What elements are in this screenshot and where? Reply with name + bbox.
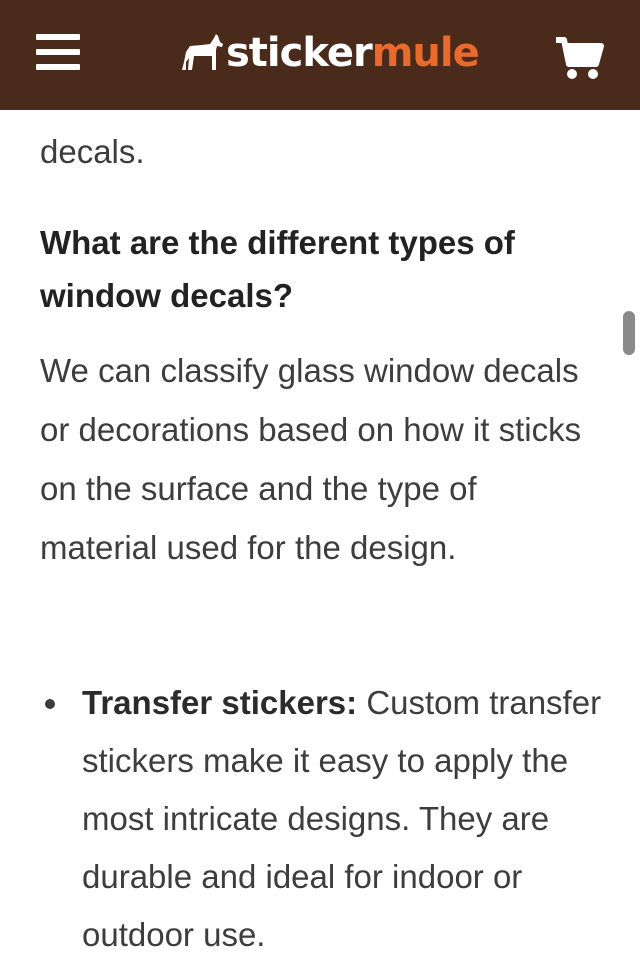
paragraph-fragment: decals. [40,133,145,170]
logo-wordmark: stickermule [226,30,480,76]
menu-bar [36,64,80,70]
scrollbar-thumb[interactable] [623,311,635,355]
page: stickermule decals. What are the differe… [0,0,640,959]
bullet-term: Transfer stickers: [82,684,358,721]
menu-bar [36,49,80,55]
logo-text-mule: mule [371,30,480,76]
intro-paragraph: We can classify glass window decals or d… [40,352,582,566]
shopping-cart-icon[interactable] [554,36,604,80]
mule-icon [182,34,223,70]
bullet-icon [45,699,55,709]
section-heading: What are the different types of window d… [40,224,515,314]
list-item: Transfer stickers: Custom transfer stick… [0,674,620,959]
hamburger-menu-icon[interactable] [36,32,82,74]
logo-text-sticker: sticker [226,30,373,76]
sticker-mule-logo[interactable]: stickermule [178,26,480,80]
decal-types-list: Transfer stickers: Custom transfer stick… [0,674,640,959]
bullet-text: Custom transfer stickers make it easy to… [82,684,602,953]
site-header: stickermule [0,0,640,110]
article-content: decals. What are the different types of … [0,110,640,959]
menu-bar [36,34,80,40]
